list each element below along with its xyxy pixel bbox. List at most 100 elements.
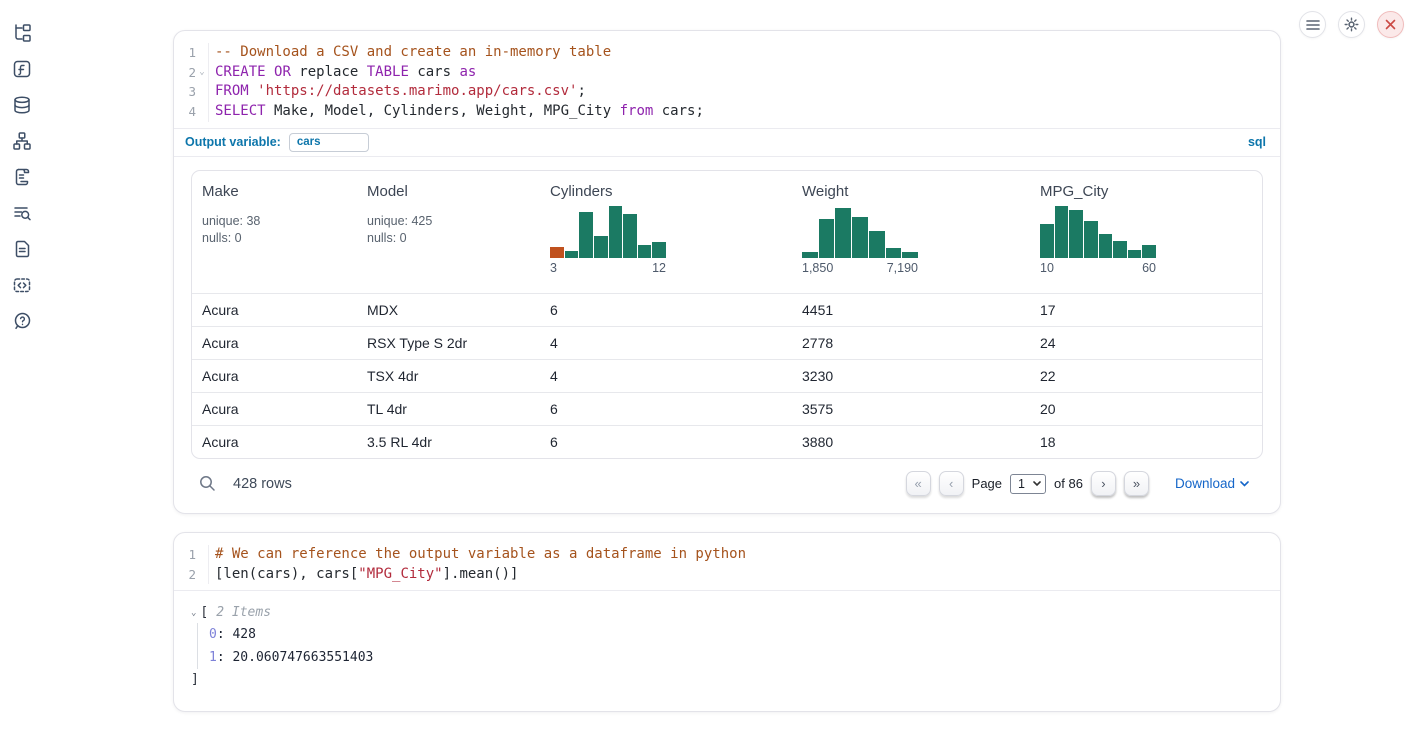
hist-bar — [565, 251, 579, 258]
table-row[interactable]: AcuraTSX 4dr4323022 — [192, 359, 1262, 392]
table-row[interactable]: AcuraTL 4dr6357520 — [192, 392, 1262, 425]
hist-axis: 1060 — [1040, 261, 1156, 275]
menu-button[interactable] — [1299, 11, 1326, 38]
hist-bar — [869, 231, 885, 258]
documentation-icon[interactable] — [12, 239, 32, 259]
table-row[interactable]: AcuraMDX6445117 — [192, 293, 1262, 326]
python-code-editor[interactable]: 1# We can reference the output variable … — [174, 533, 1280, 591]
logs-icon[interactable] — [12, 203, 32, 223]
hist-bar — [1055, 206, 1069, 258]
functions-icon[interactable] — [12, 59, 32, 79]
table-cell: 24 — [1030, 335, 1263, 351]
next-page-button[interactable]: › — [1091, 471, 1116, 496]
code-text: [len(cars), cars["MPG_City"].mean()] — [208, 565, 1280, 585]
code-line[interactable]: 1# We can reference the output variable … — [174, 545, 1280, 565]
chevron-down-icon — [1033, 481, 1041, 486]
scratchpad-icon[interactable] — [12, 167, 32, 187]
fold-spacer — [196, 545, 208, 565]
table-cell: 6 — [540, 401, 792, 417]
table-cell: MDX — [357, 302, 540, 318]
hist-bar — [1040, 224, 1054, 258]
hist-bar — [579, 212, 593, 258]
table-row[interactable]: AcuraRSX Type S 2dr4277824 — [192, 326, 1262, 359]
output-variable-input[interactable] — [289, 133, 369, 152]
code-line[interactable]: 3FROM 'https://datasets.marimo.app/cars.… — [174, 82, 1280, 102]
page-select-value: 1 — [1018, 477, 1025, 491]
sidebar — [0, 0, 44, 729]
line-number: 1 — [174, 43, 196, 63]
tree-entry-value: : 20.060747663551403 — [217, 650, 374, 665]
column-name: MPG_City — [1040, 183, 1254, 200]
code-line[interactable]: 1 -- Download a CSV and create an in-memo… — [174, 43, 1280, 63]
code-line[interactable]: 2⌄CREATE OR replace TABLE cars as — [174, 63, 1280, 83]
table-output: Makeunique: 38nulls: 0 Model unique: 425nu… — [174, 157, 1280, 507]
snippets-icon[interactable] — [12, 275, 32, 295]
page-select[interactable]: 1 — [1010, 474, 1046, 494]
shutdown-button[interactable] — [1377, 11, 1404, 38]
hist-bar — [1099, 234, 1113, 257]
hist-bar — [1084, 221, 1098, 257]
python-cell: 1# We can reference the output variable … — [173, 532, 1281, 712]
code-line[interactable]: 4SELECT Make, Model, Cylinders, Weight, … — [174, 102, 1280, 122]
hist-bar — [1142, 245, 1156, 258]
column-stats: unique: 425nulls: 0 — [367, 213, 530, 247]
sql-code-editor[interactable]: 1 -- Download a CSV and create an in-memo… — [174, 31, 1280, 128]
line-number: 2 — [174, 565, 196, 585]
code-text: CREATE OR replace TABLE cars as — [208, 63, 1280, 83]
column-name: Model — [367, 183, 530, 200]
table-cell: TSX 4dr — [357, 368, 540, 384]
hist-bar — [835, 208, 851, 257]
line-number: 1 — [174, 545, 196, 565]
help-icon[interactable] — [12, 311, 32, 331]
table-cell: 17 — [1030, 302, 1263, 318]
tree-entry: 1: 20.060747663551403 — [209, 646, 1280, 669]
column-header-cylinders[interactable]: Cylinders312 — [540, 171, 792, 293]
sql-cell: 1 -- Download a CSV and create an in-memo… — [173, 30, 1281, 514]
close-icon — [1385, 19, 1396, 30]
table-cell: 4 — [540, 368, 792, 384]
collapse-chevron-icon[interactable]: ⌄ — [191, 608, 196, 618]
table-cell: Acura — [192, 401, 357, 417]
fold-chevron-icon[interactable]: ⌄ — [196, 63, 208, 83]
line-number: 2 — [174, 63, 196, 83]
datasources-icon[interactable] — [12, 95, 32, 115]
search-icon[interactable] — [199, 475, 216, 492]
hist-axis: 1,8507,190 — [802, 261, 918, 275]
first-page-button[interactable]: « — [906, 471, 931, 496]
last-page-button[interactable]: » — [1124, 471, 1149, 496]
table-cell: 20 — [1030, 401, 1263, 417]
settings-button[interactable] — [1338, 11, 1365, 38]
column-histogram: 312 — [550, 206, 666, 275]
code-line[interactable]: 2 [len(cars), cars["MPG_City"].mean()] — [174, 565, 1280, 585]
table-cell: 4451 — [792, 302, 1030, 318]
row-count: 428 rows — [233, 476, 292, 492]
hist-bar — [819, 219, 835, 258]
tree-body: 0: 4281: 20.060747663551403 — [197, 623, 1280, 669]
line-number: 3 — [174, 82, 196, 102]
hist-bar — [1069, 210, 1083, 258]
table-cell: 2778 — [792, 335, 1030, 351]
tree-entry-index: 0 — [209, 627, 217, 642]
prev-page-button[interactable]: ‹ — [939, 471, 964, 496]
column-header-mpg_city[interactable]: MPG_City 1060 — [1030, 171, 1263, 293]
column-header-weight[interactable]: Weight1,8507,190 — [792, 171, 1030, 293]
dependency-graph-icon[interactable] — [12, 131, 32, 151]
hist-bar — [1128, 250, 1142, 258]
table-cell: 22 — [1030, 368, 1263, 384]
language-badge: sql — [1248, 135, 1266, 149]
table-row[interactable]: Acura3.5 RL 4dr6388018 — [192, 425, 1262, 458]
line-number: 4 — [174, 102, 196, 122]
table-cell: 3575 — [792, 401, 1030, 417]
column-header-make[interactable]: Makeunique: 38nulls: 0 — [192, 171, 357, 293]
table-cell: 6 — [540, 434, 792, 450]
topbar-actions — [1299, 11, 1404, 38]
download-label: Download — [1175, 476, 1235, 491]
column-header-model[interactable]: Model unique: 425nulls: 0 — [357, 171, 540, 293]
table-cell: RSX Type S 2dr — [357, 335, 540, 351]
code-text: -- Download a CSV and create an in-memor… — [208, 43, 1280, 63]
table-footer: 428 rows « ‹ Page 1 of 86 › » Download — [191, 461, 1263, 507]
download-button[interactable]: Download — [1175, 476, 1249, 491]
page-label: Page — [972, 476, 1002, 491]
pagination: « ‹ Page 1 of 86 › » Download — [906, 471, 1263, 496]
file-explorer-icon[interactable] — [12, 23, 32, 43]
